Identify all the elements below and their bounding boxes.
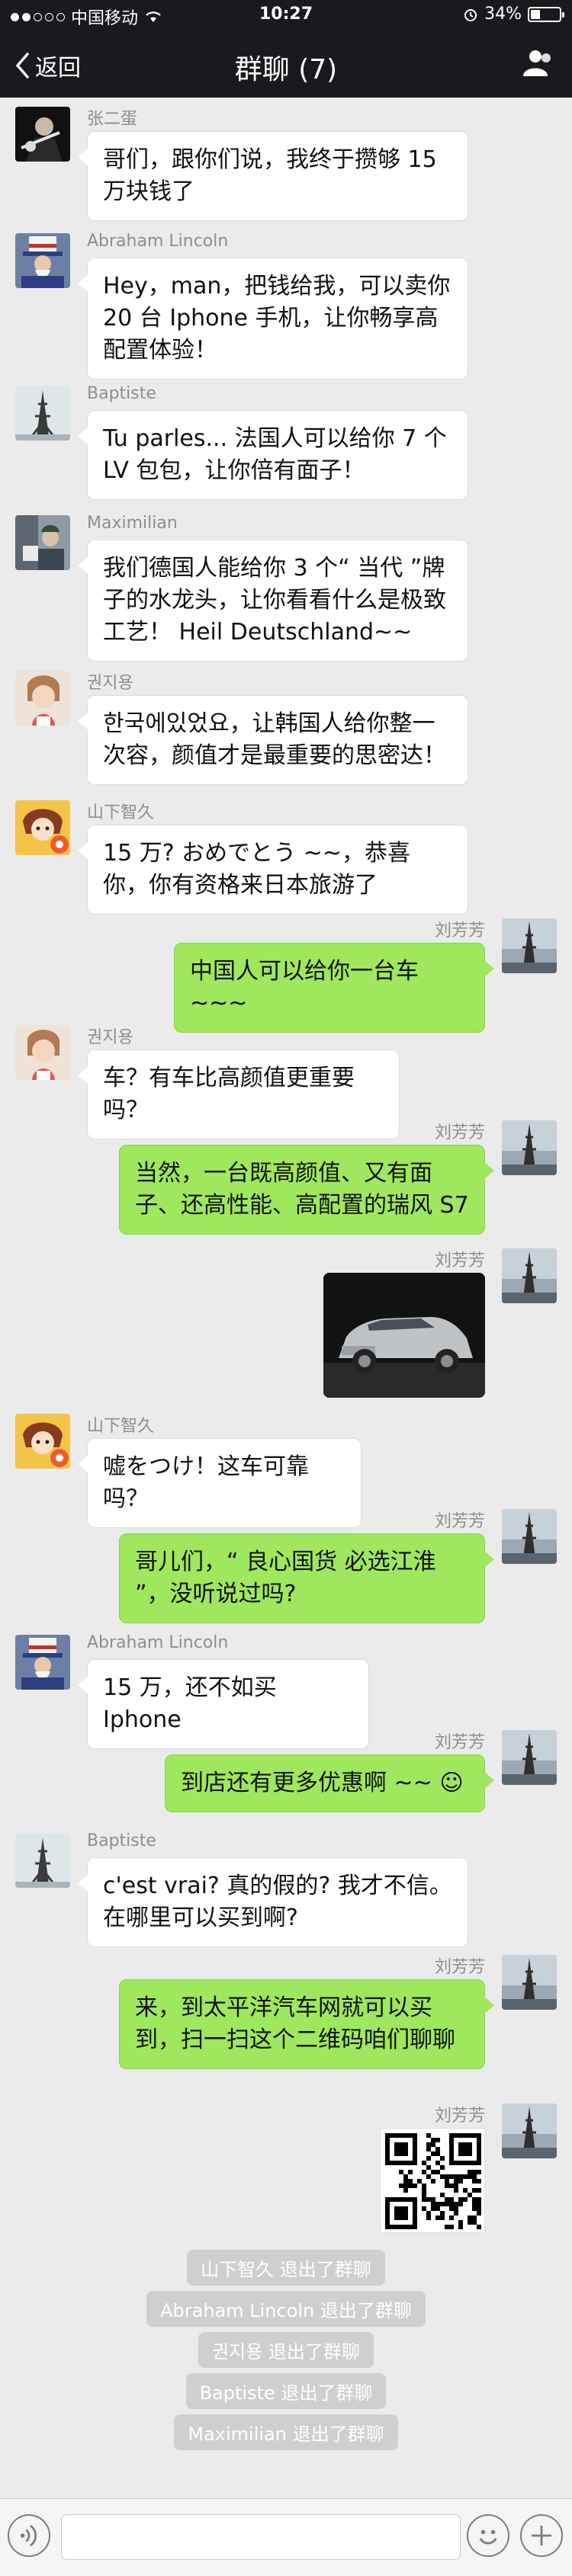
system-notice-text: 山下智久 退出了群聊 <box>187 2250 385 2286</box>
sender-name: 刘芳芳 <box>434 921 485 940</box>
system-notice: 山下智久 退出了群聊 <box>0 2250 572 2286</box>
sender-name: Abraham Lincoln <box>87 232 229 251</box>
group-members-icon[interactable] <box>519 47 554 78</box>
paris-avatar[interactable] <box>502 1509 557 1564</box>
message-bubble[interactable]: 哥们，跟你们说，我终于攒够 15 万块钱了 <box>78 131 468 221</box>
system-notice: Abraham Lincoln 退出了群聊 <box>0 2291 572 2327</box>
system-notice-text: Abraham Lincoln 退出了群聊 <box>146 2291 426 2327</box>
message-bubble[interactable]: 中国人可以给你一台车 ~~~ <box>174 943 494 1033</box>
status-right: 34% <box>463 5 564 24</box>
battery-percent: 34% <box>484 5 522 24</box>
message-bubble[interactable]: 来，到太平洋汽车网就可以买到，扫一扫这个二维码咱们聊聊 <box>119 1979 494 2069</box>
sender-name: Baptiste <box>87 1831 156 1850</box>
system-notice-text: 권지용 退出了群聊 <box>198 2332 374 2368</box>
sender-name: Abraham Lincoln <box>87 1633 229 1652</box>
battery-icon <box>528 6 564 22</box>
eiffel-tower-avatar[interactable] <box>15 386 70 441</box>
message-input[interactable] <box>61 2514 461 2560</box>
message-bubble[interactable]: 15 万? おめでとう ~~，恭喜你，你有资格来日本旅游了 <box>78 825 468 915</box>
chat-title: 群聊 (7) <box>234 54 338 85</box>
uncle-sam-avatar[interactable] <box>15 1635 70 1690</box>
qr-code-image[interactable] <box>380 2128 485 2233</box>
system-notice-text: Maximilian 退出了群聊 <box>174 2414 398 2450</box>
message-bubble[interactable]: 车？有车比高颜值更重要吗？ <box>78 1049 400 1139</box>
sender-name: 刘芳芳 <box>434 1512 485 1531</box>
sender-name: 山下智久 <box>87 803 155 822</box>
nav-bar: 返回 群聊 (7) <box>0 30 572 98</box>
message-bubble[interactable]: 哥儿们，“ 良心国货 必选江淮 ”，没听说过吗? <box>119 1533 494 1623</box>
sender-name: 张二蛋 <box>87 110 138 129</box>
message-bubble[interactable]: 我们德国人能给你 3 个“ 当代 ”牌子的水龙头，让你看看什么是极致工艺！ He… <box>78 540 468 662</box>
sender-name: 刘芳芳 <box>434 1733 485 1752</box>
status-bar: 中国移动 10:27 34% <box>0 0 572 30</box>
sender-name: Maximilian <box>87 514 178 533</box>
paris-avatar[interactable] <box>502 2103 557 2158</box>
paris-avatar[interactable] <box>502 918 557 973</box>
uncle-sam-avatar[interactable] <box>15 233 70 288</box>
paris-avatar[interactable] <box>502 1955 557 2010</box>
voice-icon[interactable] <box>8 2514 50 2557</box>
system-notice: 권지용 退出了群聊 <box>0 2332 572 2368</box>
paris-avatar[interactable] <box>502 1248 557 1303</box>
battery-fill <box>531 9 540 19</box>
korean-star-avatar[interactable] <box>15 671 70 726</box>
system-notice-text: Baptiste 退出了群聊 <box>185 2373 387 2409</box>
message-bubble[interactable]: 한국에있었요，让韩国人给你整一次容，颜值才是最重要的思密达！ <box>78 695 468 785</box>
sender-name: 刘芳芳 <box>434 1958 485 1977</box>
anime-avatar[interactable] <box>15 800 70 855</box>
sender-name: 刘芳芳 <box>434 1251 485 1270</box>
message-bubble[interactable]: 15 万，还不如买 Iphone <box>78 1659 369 1749</box>
sender-name: Baptiste <box>87 384 156 403</box>
sender-name: 山下智久 <box>87 1417 155 1436</box>
message-bubble[interactable]: 当然，一台既高颜值、又有面子、还高性能、高配置的瑞风 S7 <box>119 1145 494 1235</box>
suv-car-image[interactable] <box>323 1273 485 1398</box>
eiffel-tower-avatar[interactable] <box>15 1833 70 1888</box>
alarm-icon <box>464 8 477 21</box>
input-bar <box>0 2498 572 2576</box>
emoji-icon[interactable] <box>467 2514 509 2557</box>
paris-avatar[interactable] <box>502 1120 557 1175</box>
soldier-avatar[interactable] <box>15 515 70 570</box>
paris-avatar[interactable] <box>502 1730 557 1785</box>
message-bubble[interactable]: 到店还有更多优惠啊 ~~ ☺ <box>165 1754 494 1812</box>
message-bubble[interactable]: Tu parles... 法国人可以给你 7 个 LV 包包，让你倍有面子！ <box>78 410 468 500</box>
message-bubble[interactable]: c'est vrai? 真的假的? 我才不信。在哪里可以买到啊? <box>78 1857 468 1947</box>
message-bubble[interactable]: 嘘をつけ！这车可靠吗？ <box>78 1438 362 1528</box>
plus-icon[interactable] <box>520 2514 563 2557</box>
system-notice: Baptiste 退出了群聊 <box>0 2373 572 2409</box>
sender-name: 刘芳芳 <box>434 2107 485 2126</box>
sender-name: 권지용 <box>87 1028 133 1047</box>
guitarist-avatar[interactable] <box>15 107 70 162</box>
sender-name: 刘芳芳 <box>434 1123 485 1142</box>
message-bubble[interactable]: Hey，man，把钱给我，可以卖你 20 台 Iphone 手机，让你畅享高配置… <box>78 258 468 380</box>
system-notice: Maximilian 退出了群聊 <box>0 2414 572 2450</box>
anime-avatar[interactable] <box>15 1414 70 1469</box>
korean-star-avatar[interactable] <box>15 1025 70 1080</box>
sender-name: 권지용 <box>87 674 133 693</box>
